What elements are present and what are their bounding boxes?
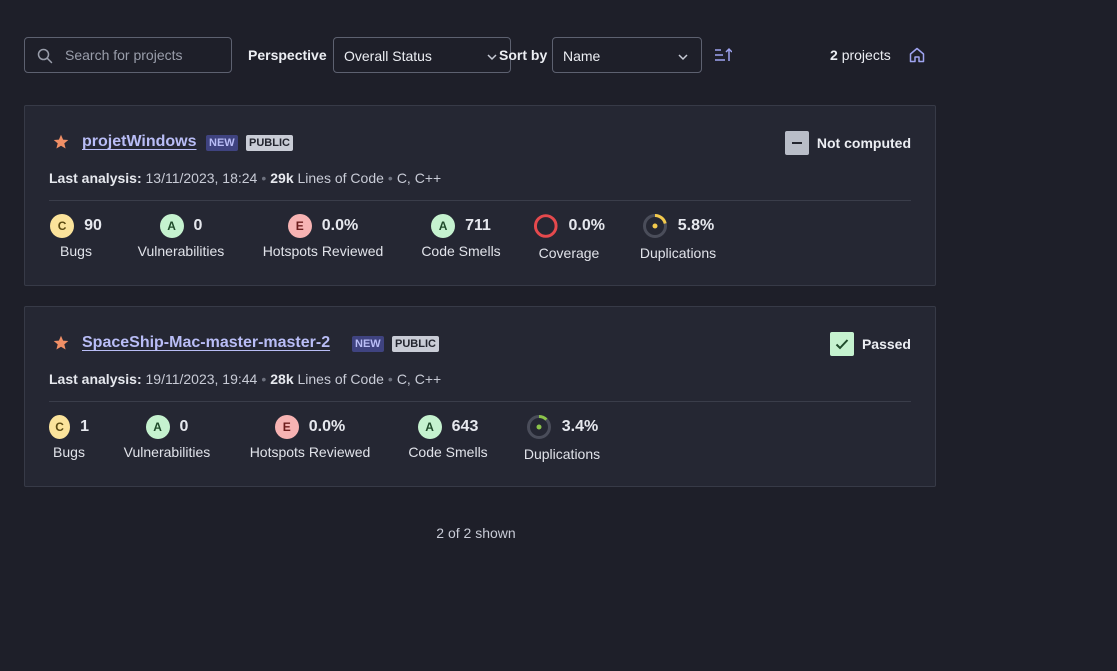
metric-value: 3.4% — [561, 418, 599, 435]
bugs-metric[interactable]: C 90 Bugs — [49, 213, 103, 259]
vulnerabilities-metric[interactable]: A0 Vulnerabilities — [133, 213, 229, 259]
languages: C, C++ — [396, 371, 442, 387]
coverage-metric[interactable]: 0.0% Coverage — [533, 213, 605, 261]
duplications-metric[interactable]: 3.4% Duplications — [519, 414, 605, 462]
metric-label: Code Smells — [421, 243, 501, 259]
metric-label: Duplications — [639, 245, 717, 261]
status-label: Not computed — [816, 135, 911, 151]
sort-label: Sort by — [499, 47, 548, 63]
metric-value: 643 — [451, 418, 479, 435]
metric-value: 1 — [80, 418, 89, 435]
search-icon — [37, 48, 53, 64]
rating-badge: E — [287, 214, 312, 238]
divider — [49, 401, 911, 402]
metric-label: Vulnerabilities — [123, 444, 211, 460]
rating-badge: A — [159, 214, 184, 238]
metric-label: Coverage — [538, 245, 600, 261]
metric-value: 0 — [193, 217, 203, 234]
project-name-link[interactable]: projetWindows — [82, 133, 197, 151]
chevron-down-icon — [487, 54, 497, 61]
metric-value: 0.0% — [308, 418, 346, 435]
home-icon[interactable] — [908, 46, 926, 64]
metric-label: Duplications — [523, 446, 601, 462]
sort-select[interactable]: Name — [552, 37, 702, 73]
code-smells-metric[interactable]: A 643 Code Smells — [405, 414, 491, 460]
star-icon[interactable] — [53, 134, 69, 150]
code-smells-metric[interactable]: A 711 Code Smells — [418, 213, 504, 259]
not-computed-icon — [784, 131, 809, 155]
chevron-down-icon — [678, 54, 688, 61]
bugs-metric[interactable]: C1 Bugs — [49, 414, 89, 460]
metric-label: Bugs — [60, 243, 92, 259]
public-tag: PUBLIC — [392, 336, 439, 352]
lines-of-code-label: Lines of Code — [297, 371, 384, 387]
star-icon[interactable] — [53, 335, 69, 351]
perspective-value: Overall Status — [344, 48, 432, 64]
metric-value: 5.8% — [677, 217, 715, 234]
public-tag: PUBLIC — [246, 135, 293, 151]
metric-label: Vulnerabilities — [137, 243, 225, 259]
last-analysis-date: 19/11/2023, 19:44 — [145, 371, 258, 387]
last-analysis-label: Last analysis: — [49, 371, 142, 387]
rating-badge: C — [50, 214, 75, 238]
vulnerabilities-metric[interactable]: A0 Vulnerabilities — [119, 414, 215, 460]
lines-of-code-value: 29k — [270, 170, 294, 186]
rating-badge: C — [49, 415, 71, 439]
hotspots-metric[interactable]: E 0.0% Hotspots Reviewed — [258, 213, 388, 259]
metric-label: Code Smells — [408, 444, 488, 460]
lines-of-code-value: 28k — [270, 371, 294, 387]
metric-value: 90 — [84, 217, 102, 234]
metric-value: 711 — [465, 217, 491, 234]
project-count-number: 2 — [830, 47, 838, 63]
quality-gate-status: Not computed — [784, 131, 911, 155]
new-tag: NEW — [352, 336, 384, 352]
project-name-link[interactable]: SpaceShip-Mac-master-master-2 — [82, 334, 330, 352]
rating-badge: A — [417, 415, 442, 439]
coverage-ring-icon — [533, 214, 558, 238]
quality-gate-status: Passed — [829, 332, 911, 356]
divider — [49, 200, 911, 201]
lines-of-code-label: Lines of Code — [297, 170, 384, 186]
status-label: Passed — [861, 336, 911, 352]
toolbar: Perspective Overall Status Sort by Name … — [24, 37, 936, 73]
analysis-meta: Last analysis: 19/11/2023, 19:44 • 28k Lin… — [49, 371, 442, 387]
languages: C, C++ — [396, 170, 442, 186]
rating-badge: A — [431, 214, 456, 238]
duplications-donut-icon — [526, 415, 551, 439]
new-tag: NEW — [206, 135, 238, 151]
metric-label: Hotspots Reviewed — [249, 444, 371, 460]
analysis-meta: Last analysis: 13/11/2023, 18:24 • 29k Lin… — [49, 170, 442, 186]
check-icon — [829, 332, 854, 356]
metric-value: 0 — [179, 418, 189, 435]
last-analysis-date: 13/11/2023, 18:24 — [145, 170, 258, 186]
rating-badge: A — [145, 415, 170, 439]
metric-value: 0.0% — [321, 217, 359, 234]
metric-label: Bugs — [53, 444, 85, 460]
project-card: projetWindows NEW PUBLIC Not computed La… — [24, 105, 936, 286]
search-box[interactable] — [24, 37, 232, 73]
perspective-select[interactable]: Overall Status — [333, 37, 511, 73]
project-count-label: projects — [841, 47, 891, 63]
rating-badge: E — [274, 415, 299, 439]
sort-value: Name — [563, 48, 601, 64]
duplications-donut-icon — [642, 214, 667, 238]
metric-value: 0.0% — [568, 217, 605, 234]
project-card: SpaceShip-Mac-master-master-2 NEW PUBLIC… — [24, 306, 936, 487]
duplications-metric[interactable]: 5.8% Duplications — [635, 213, 721, 261]
search-input[interactable] — [65, 38, 225, 72]
sort-ascending-icon[interactable] — [714, 47, 732, 63]
perspective-label: Perspective — [248, 47, 327, 63]
last-analysis-label: Last analysis: — [49, 170, 142, 186]
metric-label: Hotspots Reviewed — [262, 243, 384, 259]
project-count: 2 projects — [830, 47, 891, 63]
pagination-summary: 2 of 2 shown — [436, 525, 516, 541]
hotspots-metric[interactable]: E 0.0% Hotspots Reviewed — [245, 414, 375, 460]
